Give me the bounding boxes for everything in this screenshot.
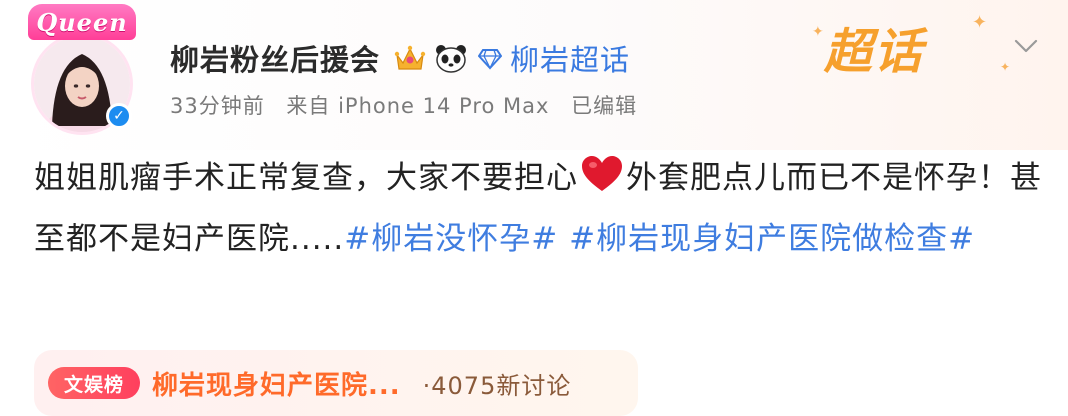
hashtag-link[interactable]: #柳岩没怀孕# — [344, 221, 558, 257]
supertopic-link[interactable]: 柳岩超话 — [510, 37, 630, 79]
supertopic-logo[interactable]: 超话 — [824, 12, 924, 82]
topic-ranking-card[interactable]: 文娱榜 柳岩现身妇产医院... ·4075新讨论 — [34, 350, 638, 416]
post-text: 姐姐肌瘤手术正常复查，大家不要担心 外套肥点儿而已不是怀孕！甚至都不是妇产医院.… — [34, 148, 1044, 270]
topic-title[interactable]: 柳岩现身妇产医院... — [152, 365, 401, 402]
sparkle-icon: ✦ — [972, 12, 988, 33]
author-name[interactable]: 柳岩粉丝后援会 — [170, 37, 380, 79]
avatar-frame-badge: Queen — [28, 4, 136, 40]
post-meta: 33分钟前 来自 iPhone 14 Pro Max 已编辑 — [170, 90, 651, 120]
panda-icon — [436, 45, 467, 73]
edited-label: 已编辑 — [571, 94, 638, 118]
chevron-down-icon[interactable] — [1006, 30, 1046, 62]
crown-icon — [394, 45, 426, 70]
entertainment-rank-badge: 文娱榜 — [48, 367, 140, 399]
diamond-icon — [478, 49, 503, 70]
discussion-count: ·4075新讨论 — [422, 371, 572, 400]
sparkle-icon: ✦ — [1000, 60, 1011, 74]
post-time: 33分钟前 — [170, 94, 265, 118]
post-text-part1: 姐姐肌瘤手术正常复查，大家不要担心 — [34, 160, 578, 196]
author-row: 柳岩粉丝后援会 柳岩超话 — [170, 36, 630, 80]
heart-icon — [582, 156, 622, 191]
post-source: 来自 iPhone 14 Pro Max — [286, 94, 550, 118]
sparkle-icon: ✦ — [812, 24, 824, 40]
hashtag-link[interactable]: #柳岩现身妇产医院做检查# — [569, 221, 975, 257]
verified-icon: ✓ — [106, 103, 132, 129]
